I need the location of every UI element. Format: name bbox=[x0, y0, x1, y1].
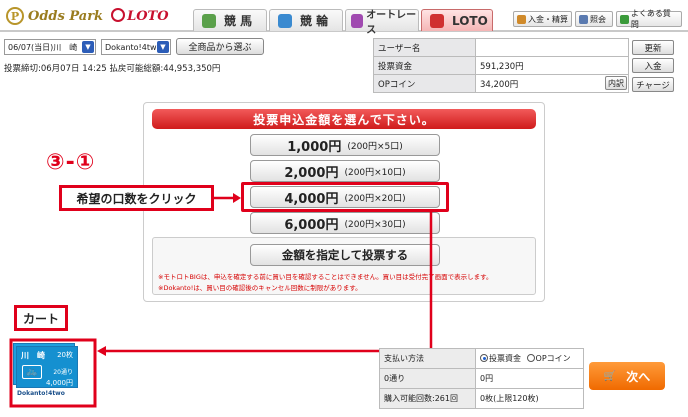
payment-options: 投票資金 OPコイン bbox=[475, 348, 584, 369]
checkout-row: 0通り 0円 bbox=[379, 368, 584, 389]
ticket-combos: 20通り bbox=[53, 369, 73, 376]
radio-op-coin-label: OPコイン bbox=[535, 354, 571, 363]
cart-icon: 🛒 bbox=[603, 370, 617, 382]
radio-funds-label: 投票資金 bbox=[489, 354, 521, 363]
radio-op-coin[interactable] bbox=[526, 354, 535, 362]
ticket-amount: 4,000円 bbox=[45, 379, 73, 387]
ticket-name: Dokanto!4two bbox=[17, 390, 65, 397]
bicycle-icon: 🚲 bbox=[22, 365, 42, 379]
ticket-card: 川 崎 20枚 🚲 20通り 4,000円 bbox=[16, 346, 78, 388]
purchasable-label: 購入可能回数:261回 bbox=[379, 388, 476, 409]
combos-value: 0円 bbox=[475, 368, 584, 389]
arrow-to-cart bbox=[104, 212, 433, 353]
checkout-table: 支払い方法 投票資金 OPコイン 0通り 0円 購入可能回数:261回 0枚(上… bbox=[379, 348, 584, 409]
cart-ticket[interactable]: 川 崎 20枚 🚲 20通り 4,000円 Dokanto!4two bbox=[13, 343, 79, 397]
ticket-count: 20枚 bbox=[57, 351, 73, 359]
next-button-label: 次へ bbox=[626, 369, 651, 384]
arrow-head-icon bbox=[97, 346, 106, 356]
radio-funds[interactable] bbox=[480, 354, 488, 362]
purchasable-value: 0枚(上限120枚) bbox=[475, 388, 584, 409]
ticket-venue: 川 崎 bbox=[21, 351, 45, 360]
arrow-head-icon bbox=[233, 193, 241, 203]
payment-label: 支払い方法 bbox=[379, 348, 476, 369]
checkout-row: 支払い方法 投票資金 OPコイン bbox=[379, 348, 584, 369]
annotation-arrows bbox=[9, 193, 433, 408]
checkout-row: 購入可能回数:261回 0枚(上限120枚) bbox=[379, 388, 584, 409]
combos-label: 0通り bbox=[379, 368, 476, 389]
next-button[interactable]: 🛒 次へ bbox=[589, 362, 665, 390]
